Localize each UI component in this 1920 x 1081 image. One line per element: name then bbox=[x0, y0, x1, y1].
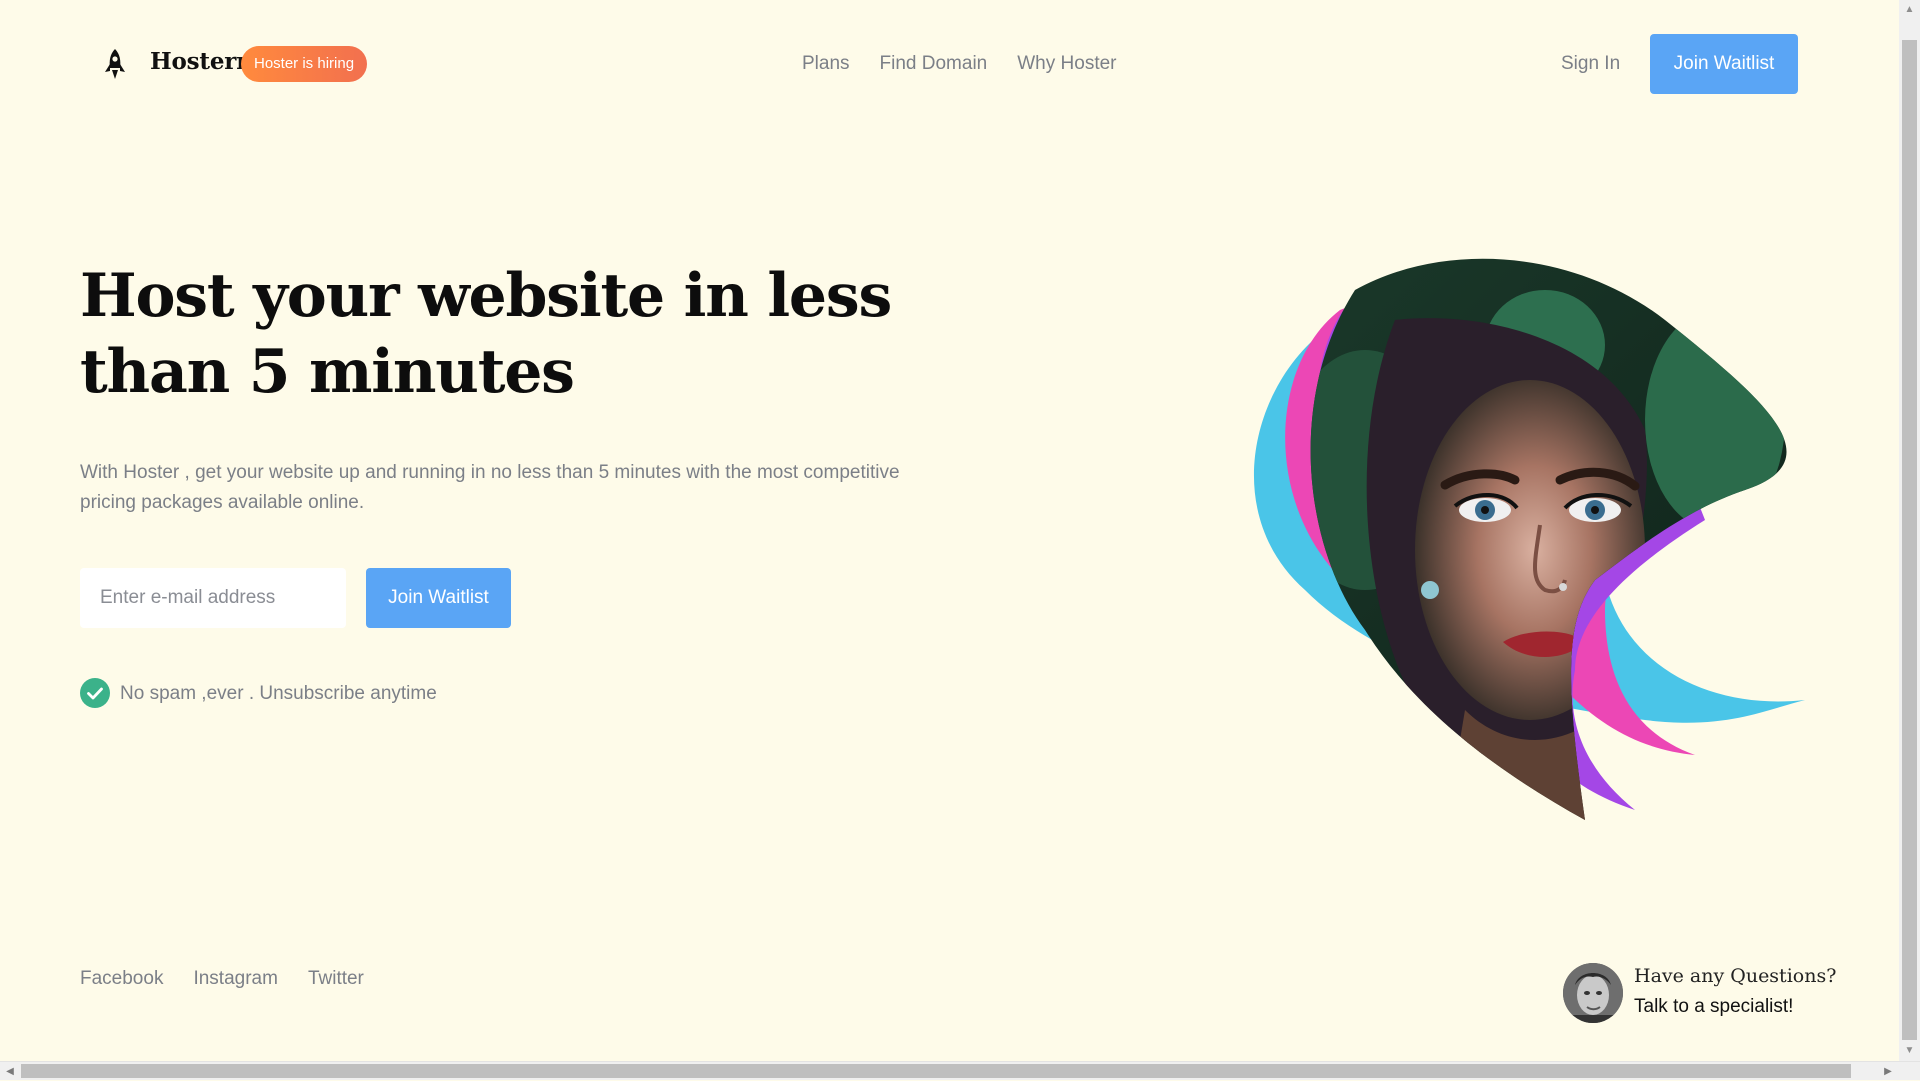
nav-item-plans[interactable]: Plans bbox=[802, 53, 850, 75]
main-nav: Plans Find Domain Why Hoster bbox=[802, 53, 1117, 75]
rocket-icon[interactable] bbox=[100, 48, 130, 82]
scroll-left-arrow-icon[interactable]: ◀ bbox=[0, 1062, 20, 1081]
vertical-scrollbar-thumb[interactable] bbox=[1902, 40, 1917, 1040]
vertical-scrollbar[interactable]: ▲ ▼ bbox=[1899, 0, 1920, 1061]
instagram-link[interactable]: Instagram bbox=[193, 968, 277, 990]
brand-name[interactable]: Hosterr bbox=[150, 48, 248, 75]
specialist-avatar[interactable] bbox=[1563, 963, 1623, 1023]
questions-heading: Have any Questions? bbox=[1634, 965, 1837, 987]
facebook-link[interactable]: Facebook bbox=[80, 968, 163, 990]
email-input[interactable] bbox=[80, 568, 346, 628]
hero-portrait-illustration bbox=[1253, 258, 1805, 820]
landing-page: Hosterr Hoster is hiring Plans Find Doma… bbox=[0, 0, 1920, 1080]
check-circle-icon bbox=[80, 678, 110, 708]
twitter-link[interactable]: Twitter bbox=[308, 968, 364, 990]
horizontal-scrollbar-thumb[interactable] bbox=[21, 1064, 1851, 1078]
sign-in-link[interactable]: Sign In bbox=[1561, 53, 1620, 75]
social-links: Facebook Instagram Twitter bbox=[80, 968, 364, 990]
scroll-right-arrow-icon[interactable]: ▶ bbox=[1878, 1062, 1898, 1081]
nav-item-why-hoster[interactable]: Why Hoster bbox=[1017, 53, 1116, 75]
nav-item-find-domain[interactable]: Find Domain bbox=[880, 53, 988, 75]
scroll-up-arrow-icon[interactable]: ▲ bbox=[1899, 0, 1920, 20]
hero-title: Host your website in less than 5 minutes bbox=[80, 261, 892, 407]
talk-to-specialist-link[interactable]: Talk to a specialist! bbox=[1634, 996, 1793, 1018]
no-spam-note: No spam ,ever . Unsubscribe anytime bbox=[120, 683, 437, 704]
horizontal-scrollbar[interactable]: ◀ ▶ bbox=[0, 1061, 1920, 1080]
hero-join-waitlist-button[interactable]: Join Waitlist bbox=[366, 568, 511, 628]
hero-description: With Hoster , get your website up and ru… bbox=[80, 462, 900, 513]
scroll-down-arrow-icon[interactable]: ▼ bbox=[1899, 1041, 1920, 1061]
hiring-badge[interactable]: Hoster is hiring bbox=[241, 46, 368, 82]
header-join-waitlist-button[interactable]: Join Waitlist bbox=[1650, 34, 1798, 94]
